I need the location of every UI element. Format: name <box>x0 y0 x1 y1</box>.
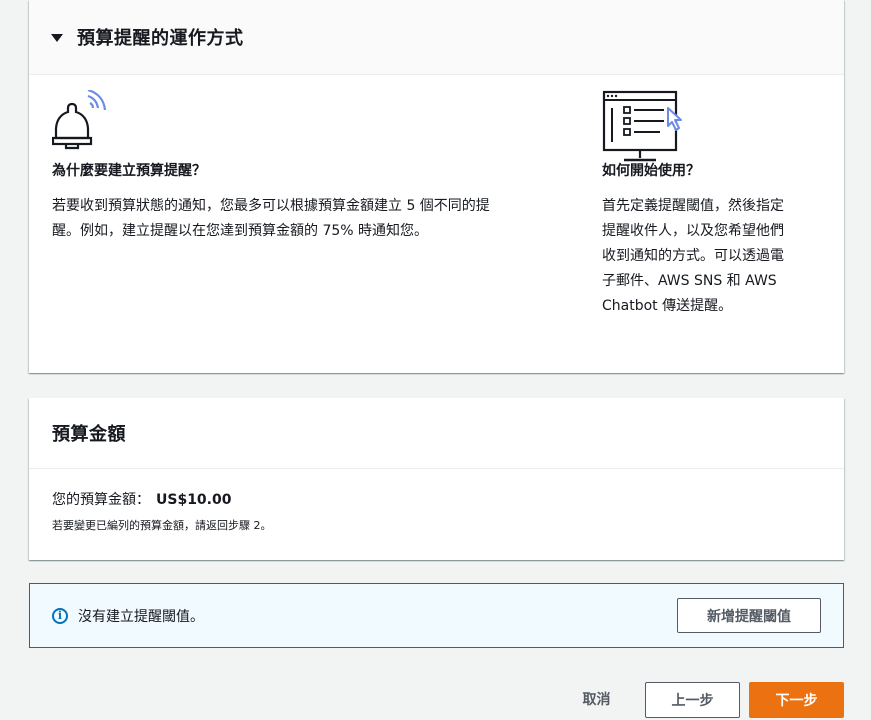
how-heading: 如何開始使用？ <box>602 163 700 179</box>
how-text-line-2: 提醒收件人，以及您希望他們 <box>602 223 784 239</box>
why-text-line-2: 醒。例如，建立提醒以在您達到預算金額的 75% 時通知您。 <box>52 223 429 239</box>
how-text-line-4: 子郵件、AWS SNS 和 AWS <box>602 273 777 289</box>
bell-icon <box>52 90 107 150</box>
budget-amount-label: 您的預算金額： <box>52 492 150 508</box>
budget-amount-note: 若要變更已編列的預算金額，請返回步驟 2。 <box>52 519 272 532</box>
budget-amount-panel: 預算金額 您的預算金額： US$10.00 若要變更已編列的預算金額，請返回步驟 … <box>29 398 844 560</box>
info-icon: i <box>52 607 68 624</box>
why-text-line-1: 若要收到預算狀態的通知，您最多可以根據預算金額建立 5 個不同的提 <box>52 198 490 214</box>
how-it-works-panel: 預算提醒的運作方式 為什麼要建立預算提醒？ 若要收到預算狀態的通知，您最多可以根… <box>29 0 844 373</box>
info-alert: i 沒有建立提醒閾值。 新增提醒閾值 <box>29 583 844 648</box>
how-text-line-3: 收到通知的方式。可以透過電 <box>602 248 784 264</box>
budget-amount-value: US$10.00 <box>156 492 232 508</box>
why-section: 為什麼要建立預算提醒？ 若要收到預算狀態的通知，您最多可以根據預算金額建立 5 … <box>52 90 552 244</box>
budget-amount-header: 預算金額 <box>29 398 844 469</box>
how-text-line-1: 首先定義提醒閾值，然後指定 <box>602 198 784 214</box>
caret-down-icon[interactable] <box>51 34 63 42</box>
info-text: 沒有建立提醒閾值。 <box>78 608 204 625</box>
why-heading: 為什麼要建立預算提醒？ <box>52 163 206 179</box>
how-text: 首先定義提醒閾值，然後指定 提醒收件人，以及您希望他們 收到通知的方式。可以透過… <box>602 194 827 319</box>
budget-amount-line: 您的預算金額： US$10.00 <box>52 489 821 509</box>
add-alert-threshold-button[interactable]: 新增提醒閾值 <box>677 598 821 633</box>
monitor-icon <box>602 90 682 162</box>
how-it-works-header[interactable]: 預算提醒的運作方式 <box>29 0 844 75</box>
next-button[interactable]: 下一步 <box>749 682 844 718</box>
previous-button[interactable]: 上一步 <box>645 682 740 718</box>
budget-amount-title: 預算金額 <box>52 424 126 445</box>
how-section: 如何開始使用？ 首先定義提醒閾值，然後指定 提醒收件人，以及您希望他們 收到通知… <box>602 90 827 319</box>
how-it-works-title: 預算提醒的運作方式 <box>77 28 244 49</box>
cancel-button[interactable]: 取消 <box>569 682 624 716</box>
how-text-line-5: Chatbot 傳送提醒。 <box>602 298 733 314</box>
